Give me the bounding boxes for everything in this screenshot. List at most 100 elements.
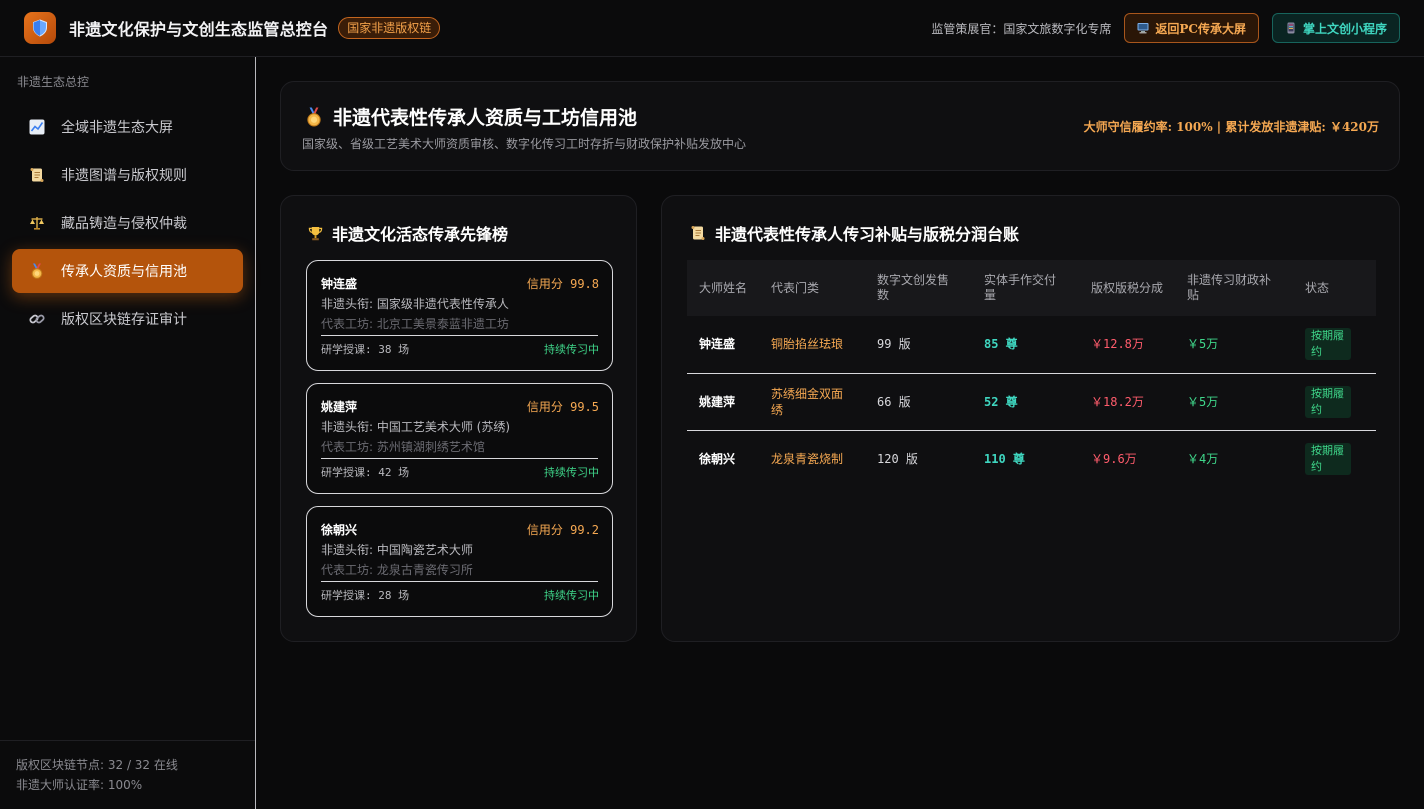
sidebar-item-label: 非遗图谱与版权规则 <box>61 168 187 184</box>
scroll-icon <box>28 166 46 184</box>
leader-card[interactable]: 徐朝兴 信用分 99.2 非遗头衔: 中国陶瓷艺术大师 代表工坊: 龙泉古青瓷传… <box>306 506 613 617</box>
top-header: 非遗文化保护与文创生态监管总控台 国家非遗版权链 监管策展官：国家文旅数字化专席… <box>0 0 1424 57</box>
return-pc-label: 返回PC传承大屏 <box>1155 21 1246 36</box>
shield-icon <box>33 19 47 37</box>
mini-program-button[interactable]: 掌上文创小程序 <box>1271 13 1400 43</box>
status-badge: 持续传习中 <box>544 343 599 356</box>
cell-name: 钟连盛 <box>699 337 736 352</box>
scales-icon <box>28 214 46 232</box>
title-badge: 国家非遗版权链 <box>338 17 441 39</box>
master-cert-stat: 非遗大师认证率: 100% <box>16 778 143 792</box>
table-row[interactable]: 钟连盛 铜胎掐丝珐琅 99 版 85 尊 ￥12.8万 ￥5万 按期履约 <box>687 316 1376 373</box>
sidebar-item-ecosystem-screen[interactable]: 全域非遗生态大屏 <box>12 105 243 149</box>
leader-title: 非遗头衔: 中国工艺美术大师 (苏绣) <box>321 420 511 434</box>
cell-name: 徐朝兴 <box>699 451 736 466</box>
cell-royalty: ￥18.2万 <box>1091 394 1144 409</box>
card-divider <box>321 458 598 459</box>
chart-line-icon <box>28 118 46 136</box>
cell-delivery: 85 尊 <box>984 337 1018 352</box>
status-badge: 按期履约 <box>1305 442 1351 475</box>
cell-royalty: ￥12.8万 <box>1091 337 1144 352</box>
leader-name: 姚建萍 <box>321 400 358 414</box>
page-subtitle: 国家级、省级工艺美术大师资质审核、数字化传习工时存折与财政保护补贴发放中心 <box>302 137 747 151</box>
leader-title: 非遗头衔: 中国陶瓷艺术大师 <box>321 543 473 557</box>
sidebar-item-minting-arbitration[interactable]: 藏品铸造与侵权仲裁 <box>12 201 243 245</box>
medal-icon <box>28 262 46 280</box>
table-row[interactable]: 徐朝兴 龙泉青瓷烧制 120 版 110 尊 ￥9.6万 ￥4万 按期履约 <box>687 430 1376 487</box>
page-title: 非遗代表性传承人资质与工坊信用池 <box>333 107 638 129</box>
sidebar-item-label: 传承人资质与信用池 <box>61 264 187 280</box>
leader-title: 非遗头衔: 国家级非遗代表性传承人 <box>321 297 509 311</box>
phone-icon <box>1287 22 1295 34</box>
medal-icon <box>307 107 321 126</box>
cell-category: 铜胎掐丝珐琅 <box>771 337 844 352</box>
sidebar-divider <box>0 740 255 741</box>
sidebar-item-copyright-rules[interactable]: 非遗图谱与版权规则 <box>12 153 243 197</box>
credit-score: 信用分 99.5 <box>526 400 599 414</box>
leader-card[interactable]: 姚建萍 信用分 99.5 非遗头衔: 中国工艺美术大师 (苏绣) 代表工坊: 苏… <box>306 383 613 494</box>
monitor-icon <box>1137 23 1149 34</box>
column-header[interactable]: 状态 <box>1293 260 1376 316</box>
return-pc-button[interactable]: 返回PC传承大屏 <box>1124 13 1259 43</box>
trophy-icon <box>308 226 323 240</box>
leader-workshop: 代表工坊: 苏州镇湖刺绣艺术馆 <box>321 440 485 454</box>
cell-sales: 99 版 <box>877 337 911 352</box>
credit-score: 信用分 99.8 <box>526 277 599 291</box>
sidebar-item-label: 版权区块链存证审计 <box>61 312 187 328</box>
column-header[interactable]: 非遗传习财政补贴 <box>1175 260 1293 316</box>
table-header-row: 大师姓名 代表门类 数字文创发售数 实体手作交付量 版权版税分成 非遗传习财政补… <box>687 260 1376 316</box>
leader-workshop: 代表工坊: 龙泉古青瓷传习所 <box>321 563 473 577</box>
lessons-count: 研学授课: 38 场 <box>321 343 410 356</box>
sidebar: 非遗生态总控 全域非遗生态大屏 非遗图谱与版权规则 藏品铸造与侵权仲裁 传承人资… <box>0 57 256 809</box>
credit-score: 信用分 99.2 <box>526 523 599 537</box>
cell-sales: 66 版 <box>877 394 911 409</box>
cell-royalty: ￥9.6万 <box>1091 451 1137 466</box>
lessons-count: 研学授课: 28 场 <box>321 589 410 602</box>
app-logo <box>24 12 56 44</box>
sidebar-item-label: 藏品铸造与侵权仲裁 <box>61 216 187 232</box>
status-badge: 按期履约 <box>1305 328 1351 361</box>
curator-label: 监管策展官：国家文旅数字化专席 <box>931 21 1112 36</box>
cell-subsidy: ￥4万 <box>1187 451 1219 466</box>
ledger-title: 非遗代表性传承人传习补贴与版税分润台账 <box>715 225 1020 244</box>
cell-delivery: 52 尊 <box>984 394 1018 409</box>
scroll-icon <box>691 226 705 240</box>
ledger-table: 大师姓名 代表门类 数字文创发售数 实体手作交付量 版权版税分成 非遗传习财政补… <box>687 260 1376 487</box>
column-header[interactable]: 代表门类 <box>759 260 865 316</box>
cell-sales: 120 版 <box>877 451 918 466</box>
status-badge: 持续传习中 <box>544 466 599 479</box>
link-icon <box>28 310 46 328</box>
sidebar-item-inheritor-credit-pool[interactable]: 传承人资质与信用池 <box>12 249 243 293</box>
leader-name: 徐朝兴 <box>321 523 358 537</box>
leaderboard-title: 非遗文化活态传承先锋榜 <box>332 225 509 244</box>
sidebar-footer: 版权区块链节点: 32 / 32 在线 非遗大师认证率: 100% <box>16 755 255 795</box>
blockchain-nodes-stat: 版权区块链节点: 32 / 32 在线 <box>16 758 178 772</box>
card-divider <box>321 335 598 336</box>
table-row[interactable]: 姚建萍 苏绣细金双面绣 66 版 52 尊 ￥18.2万 ￥5万 按期履约 <box>687 373 1376 430</box>
status-badge: 持续传习中 <box>544 589 599 602</box>
column-header[interactable]: 数字文创发售数 <box>865 260 972 316</box>
sidebar-nav: 全域非遗生态大屏 非遗图谱与版权规则 藏品铸造与侵权仲裁 传承人资质与信用池 版… <box>12 105 243 345</box>
sidebar-section-title: 非遗生态总控 <box>17 75 90 89</box>
status-badge: 按期履约 <box>1305 385 1351 418</box>
cell-name: 姚建萍 <box>699 394 736 409</box>
sidebar-item-blockchain-audit[interactable]: 版权区块链存证审计 <box>12 297 243 341</box>
app-title: 非遗文化保护与文创生态监管总控台 <box>69 20 329 39</box>
cell-category: 苏绣细金双面绣 <box>771 386 844 417</box>
column-header[interactable]: 大师姓名 <box>687 260 759 316</box>
leader-card[interactable]: 钟连盛 信用分 99.8 非遗头衔: 国家级非遗代表性传承人 代表工坊: 北京工… <box>306 260 613 371</box>
column-header[interactable]: 实体手作交付量 <box>972 260 1079 316</box>
hero-stat: 大师守信履约率: 100% | 累计发放非遗津贴: ￥420万 <box>1083 120 1379 134</box>
hero-card: 非遗代表性传承人资质与工坊信用池 国家级、省级工艺美术大师资质审核、数字化传习工… <box>280 81 1400 171</box>
cell-subsidy: ￥5万 <box>1187 337 1219 352</box>
cell-category: 龙泉青瓷烧制 <box>771 451 844 466</box>
leader-workshop: 代表工坊: 北京工美景泰蓝非遗工坊 <box>321 317 509 331</box>
leader-name: 钟连盛 <box>321 277 358 291</box>
mini-program-label: 掌上文创小程序 <box>1302 21 1387 36</box>
cell-delivery: 110 尊 <box>984 451 1025 466</box>
card-divider <box>321 581 598 582</box>
cell-subsidy: ￥5万 <box>1187 394 1219 409</box>
column-header[interactable]: 版权版税分成 <box>1079 260 1175 316</box>
lessons-count: 研学授课: 42 场 <box>321 466 410 479</box>
ledger-panel: 非遗代表性传承人传习补贴与版税分润台账 大师姓名 代表门类 数字文创发售数 实体… <box>661 195 1400 642</box>
